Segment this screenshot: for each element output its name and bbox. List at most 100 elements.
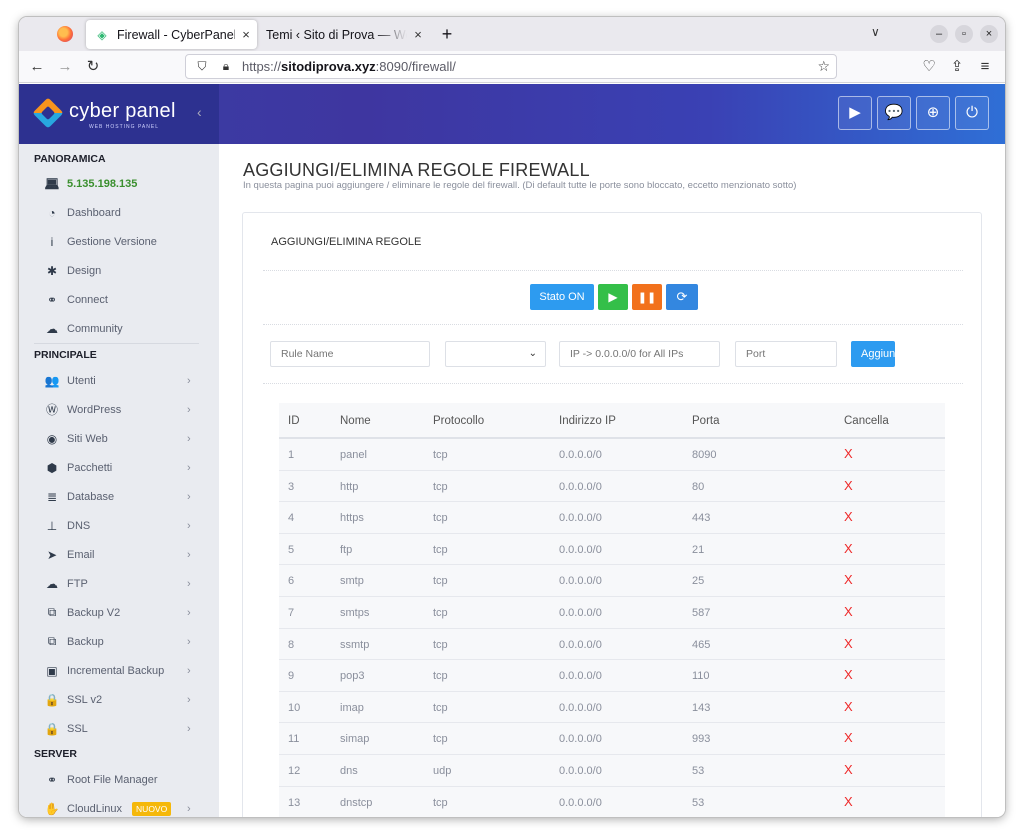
firefox-logo-icon[interactable] — [57, 26, 73, 42]
cell-id: 1 — [288, 449, 295, 461]
sidebar-item-dashboard[interactable]: ◔ Dashboard — [19, 198, 219, 227]
table-row: 13 dnstcp tcp 0.0.0.0/0 53 X — [279, 787, 945, 817]
close-tab-icon[interactable]: × — [235, 27, 257, 42]
sidebar-item-gestione-versione[interactable]: i Gestione Versione — [19, 227, 219, 256]
cell-id: 4 — [288, 512, 295, 525]
delete-rule-icon[interactable]: X — [844, 762, 853, 777]
tab-firewall-cyberpanel[interactable]: ◈ Firewall - CyberPanel × — [86, 20, 257, 49]
chevron-right-icon: › — [187, 693, 191, 706]
laptop-icon: 💻︎ — [44, 177, 60, 191]
cell-id: 13 — [288, 796, 301, 809]
url-bar[interactable]: ⛉ 🔒︎ https://sitodiprova.xyz:8090/firewa… — [185, 54, 837, 79]
power-icon[interactable]: ⏻ — [955, 96, 989, 130]
close-tab-icon[interactable]: × — [407, 27, 429, 42]
extensions-icon[interactable]: ⇪ — [947, 57, 967, 77]
cell-name: smtp — [340, 575, 364, 588]
globe-icon: ◉ — [46, 431, 58, 446]
table-row: 10 imap tcp 0.0.0.0/0 143 X — [279, 692, 945, 724]
sidebar-item-connect[interactable]: ⚭ Connect — [19, 285, 219, 314]
chat-icon[interactable]: 💬 — [877, 96, 911, 130]
table-row: 11 simap tcp 0.0.0.0/0 993 X — [279, 723, 945, 755]
main-content: AGGIUNGI/ELIMINA REGOLE FIREWALL In ques… — [219, 144, 1005, 817]
tab-title: Firewall - CyberPanel — [117, 27, 235, 42]
delete-rule-icon[interactable]: X — [844, 572, 853, 587]
status-on-button[interactable]: Stato ON — [530, 284, 594, 310]
start-firewall-button[interactable]: ▶ — [598, 284, 628, 310]
header-id: ID — [288, 415, 300, 427]
tab-wordpress-themes[interactable]: Temi ‹ Sito di Prova — WordPress × — [259, 20, 429, 49]
sidebar-item-design[interactable]: ✱ Design — [19, 256, 219, 285]
sidebar-item-pacchetti[interactable]: ⬢ Pacchetti › — [19, 453, 219, 482]
sidebar-item-label: FTP — [67, 577, 88, 590]
rule-name-input[interactable] — [270, 341, 430, 367]
chevron-right-icon: › — [187, 635, 191, 648]
port-input[interactable] — [735, 341, 837, 367]
protocol-select[interactable]: ⌄ — [445, 341, 546, 367]
sidebar-item-community[interactable]: ☁ Community — [19, 314, 219, 343]
sidebar-item-ssl[interactable]: 🔒 SSL › — [19, 714, 219, 743]
add-rule-button[interactable]: Aggiungi — [851, 341, 895, 367]
maximize-icon[interactable]: ▫ — [955, 25, 973, 43]
sidebar-item-email[interactable]: ➤ Email › — [19, 540, 219, 569]
delete-rule-icon[interactable]: X — [844, 699, 853, 714]
top-header: cyber panel WEB HOSTING PANEL ‹ ▶ 💬 ⊕ ⏻ — [19, 84, 1005, 144]
delete-rule-icon[interactable]: X — [844, 604, 853, 619]
sidebar-item-cloudlinux[interactable]: ✋ CloudLinux NUOVO › — [19, 794, 219, 817]
divider — [263, 324, 963, 325]
sidebar-item-backup[interactable]: ⧉ Backup › — [19, 627, 219, 656]
sidebar-item-database[interactable]: ≣ Database › — [19, 482, 219, 511]
sidebar-item-root-file-manager[interactable]: ⚭ Root File Manager — [19, 765, 219, 794]
ip-address-input[interactable] — [559, 341, 720, 367]
lock-icon: 🔒 — [44, 692, 60, 707]
delete-rule-icon[interactable]: X — [844, 667, 853, 682]
reload-firewall-button[interactable]: ⟳ — [666, 284, 698, 310]
cell-id: 10 — [288, 701, 301, 714]
brand-area[interactable]: cyber panel WEB HOSTING PANEL ‹ — [19, 84, 219, 144]
list-all-tabs-chevron-icon[interactable]: ∨ — [871, 25, 880, 39]
sidebar-item-label: Utenti — [67, 374, 96, 387]
delete-rule-icon[interactable]: X — [844, 446, 853, 461]
lock-icon[interactable]: 🔒︎ — [218, 59, 234, 74]
delete-rule-icon[interactable]: X — [844, 730, 853, 745]
menu-hamburger-icon[interactable]: ≡ — [975, 57, 995, 77]
sidebar-item-dns[interactable]: ⊥ DNS › — [19, 511, 219, 540]
bookmark-star-icon[interactable]: ☆ — [817, 58, 830, 75]
delete-rule-icon[interactable]: X — [844, 541, 853, 556]
sidebar-item-label: WordPress — [67, 403, 122, 416]
sidebar-toggle-icon[interactable]: ‹ — [197, 104, 202, 120]
back-arrow-icon[interactable]: ← — [27, 57, 47, 77]
reload-icon[interactable]: ↻ — [83, 57, 103, 77]
delete-rule-icon[interactable]: X — [844, 794, 853, 809]
youtube-icon[interactable]: ▶ — [838, 96, 872, 130]
sidebar-item-label: SSL v2 — [67, 693, 103, 706]
delete-rule-icon[interactable]: X — [844, 636, 853, 651]
sidebar-item-wordpress[interactable]: Ⓦ WordPress › — [19, 395, 219, 424]
sidebar-item-ftp[interactable]: ☁ FTP › — [19, 569, 219, 598]
forward-arrow-icon[interactable]: → — [55, 57, 75, 77]
sidebar-item-incremental-backup[interactable]: ▣ Incremental Backup › — [19, 656, 219, 685]
sidebar-item-ip-address[interactable]: 💻︎ 5.135.198.135 — [19, 170, 219, 198]
sidebar-item-ssl-v2[interactable]: 🔒 SSL v2 › — [19, 685, 219, 714]
url-text[interactable]: https://sitodiprova.xyz:8090/firewall/ — [242, 59, 456, 74]
minimize-icon[interactable]: – — [930, 25, 948, 43]
delete-rule-icon[interactable]: X — [844, 509, 853, 524]
shield-icon[interactable]: ⛉ — [194, 59, 210, 74]
pocket-icon[interactable]: ♡ — [919, 57, 939, 77]
sidebar-item-backup-v2[interactable]: ⧉ Backup V2 › — [19, 598, 219, 627]
cell-port: 993 — [692, 733, 711, 746]
table-row: 7 smtps tcp 0.0.0.0/0 587 X — [279, 597, 945, 629]
table-row: 4 https tcp 0.0.0.0/0 443 X — [279, 502, 945, 534]
lifebuoy-icon[interactable]: ⊕ — [916, 96, 950, 130]
cell-name: pop3 — [340, 670, 365, 683]
cell-protocol: udp — [433, 765, 452, 777]
sidebar-item-utenti[interactable]: 👥 Utenti › — [19, 366, 219, 395]
delete-rule-icon[interactable]: X — [844, 478, 853, 493]
tab-title: Temi ‹ Sito di Prova — WordPress — [266, 27, 407, 42]
cell-protocol: tcp — [433, 701, 448, 714]
link-icon: ⚭ — [46, 292, 58, 307]
stop-firewall-button[interactable]: ❚❚ — [632, 284, 662, 310]
chevron-right-icon: › — [187, 461, 191, 474]
new-tab-button[interactable]: + — [437, 23, 457, 45]
close-window-icon[interactable]: × — [980, 25, 998, 43]
sidebar-item-siti-web[interactable]: ◉ Siti Web › — [19, 424, 219, 453]
